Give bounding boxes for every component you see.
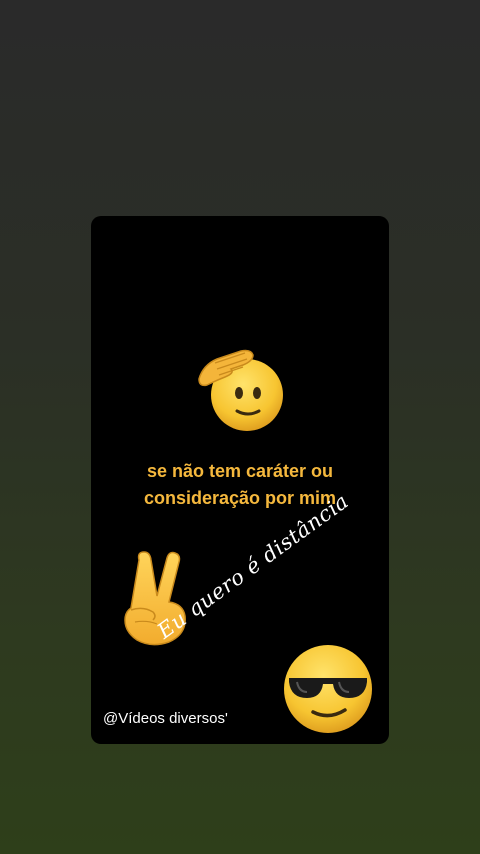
story-card: se não tem caráter ou consideração por m… [91,216,389,744]
sunglasses-face-icon [284,645,372,733]
saluting-face-icon [198,349,283,431]
watermark-text: @Vídeos diversos' [103,710,228,727]
caption-line-1: se não tem caráter ou [146,461,334,481]
